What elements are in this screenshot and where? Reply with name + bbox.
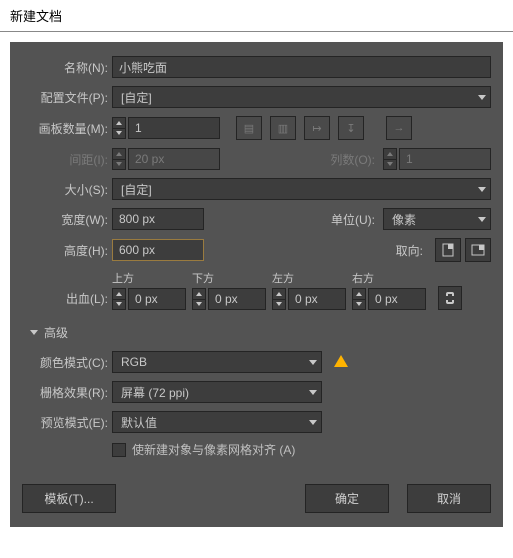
bleed-top-label: 上方 — [112, 270, 134, 286]
portrait-icon[interactable] — [435, 238, 461, 262]
dialog-title: 新建文档 — [0, 0, 513, 32]
bleed-right-label: 右方 — [352, 270, 374, 286]
name-input[interactable] — [112, 56, 491, 78]
align-pixel-checkbox[interactable] — [112, 443, 126, 457]
size-label: 大小(S): — [22, 181, 112, 198]
bleed-bottom-label: 下方 — [192, 270, 214, 286]
ok-button[interactable]: 确定 — [305, 484, 389, 513]
landscape-icon[interactable] — [465, 238, 491, 262]
advanced-disclosure[interactable]: 高级 — [30, 324, 491, 341]
spacing-input — [128, 148, 220, 170]
arrow-right2-icon: → — [386, 116, 412, 140]
raster-select[interactable]: 屏幕 (72 ppi) — [112, 381, 322, 403]
size-value: [自定] — [121, 181, 152, 198]
unit-label: 单位(U): — [331, 211, 375, 228]
raster-label: 栅格效果(R): — [22, 384, 112, 401]
grid-col-icon: ▥ — [270, 116, 296, 140]
spacing-label: 间距(I): — [22, 151, 112, 168]
cancel-button[interactable]: 取消 — [407, 484, 491, 513]
preview-select[interactable]: 默认值 — [112, 411, 322, 433]
profile-value: [自定] — [121, 89, 152, 106]
unit-select[interactable]: 像素 — [383, 208, 491, 230]
artboard-count-label: 画板数量(M): — [22, 120, 112, 137]
orientation-label: 取向: — [396, 242, 423, 259]
bleed-bottom-input[interactable] — [208, 288, 266, 310]
dialog-body: 名称(N): 配置文件(P): [自定] 画板数量(M): ▤ ▥ ↦ ↧ → … — [10, 42, 503, 527]
name-label: 名称(N): — [22, 59, 112, 76]
raster-value: 屏幕 (72 ppi) — [121, 384, 189, 401]
artboard-count-input[interactable] — [128, 117, 220, 139]
bleed-left-stepper[interactable] — [272, 288, 286, 310]
spacing-stepper — [112, 148, 126, 170]
cols-stepper — [383, 148, 397, 170]
width-input[interactable] — [112, 208, 204, 230]
profile-label: 配置文件(P): — [22, 89, 112, 106]
height-input[interactable] — [112, 239, 204, 261]
advanced-label: 高级 — [44, 324, 68, 341]
colormode-value: RGB — [121, 355, 147, 369]
warning-icon — [334, 355, 348, 367]
size-select[interactable]: [自定] — [112, 178, 491, 200]
bleed-left-label: 左方 — [272, 270, 294, 286]
bleed-top-input[interactable] — [128, 288, 186, 310]
artboard-count-stepper[interactable] — [112, 117, 126, 139]
bleed-bottom-stepper[interactable] — [192, 288, 206, 310]
grid-row-icon: ▤ — [236, 116, 262, 140]
height-label: 高度(H): — [22, 242, 112, 259]
arrow-right-icon: ↦ — [304, 116, 330, 140]
align-pixel-label: 使新建对象与像素网格对齐 (A) — [132, 441, 295, 458]
arrow-down-icon: ↧ — [338, 116, 364, 140]
cols-input — [399, 148, 491, 170]
width-label: 宽度(W): — [22, 211, 112, 228]
colormode-label: 颜色模式(C): — [22, 354, 112, 371]
bleed-right-stepper[interactable] — [352, 288, 366, 310]
unit-value: 像素 — [392, 211, 416, 228]
preview-label: 预览模式(E): — [22, 414, 112, 431]
template-button[interactable]: 模板(T)... — [22, 484, 116, 513]
bleed-label: 出血(L): — [22, 290, 112, 307]
preview-value: 默认值 — [121, 414, 157, 431]
bleed-top-stepper[interactable] — [112, 288, 126, 310]
profile-select[interactable]: [自定] — [112, 86, 491, 108]
bleed-link-icon[interactable] — [438, 286, 462, 310]
colormode-select[interactable]: RGB — [112, 351, 322, 373]
bleed-right-input[interactable] — [368, 288, 426, 310]
bleed-left-input[interactable] — [288, 288, 346, 310]
cols-label: 列数(O): — [330, 151, 375, 168]
